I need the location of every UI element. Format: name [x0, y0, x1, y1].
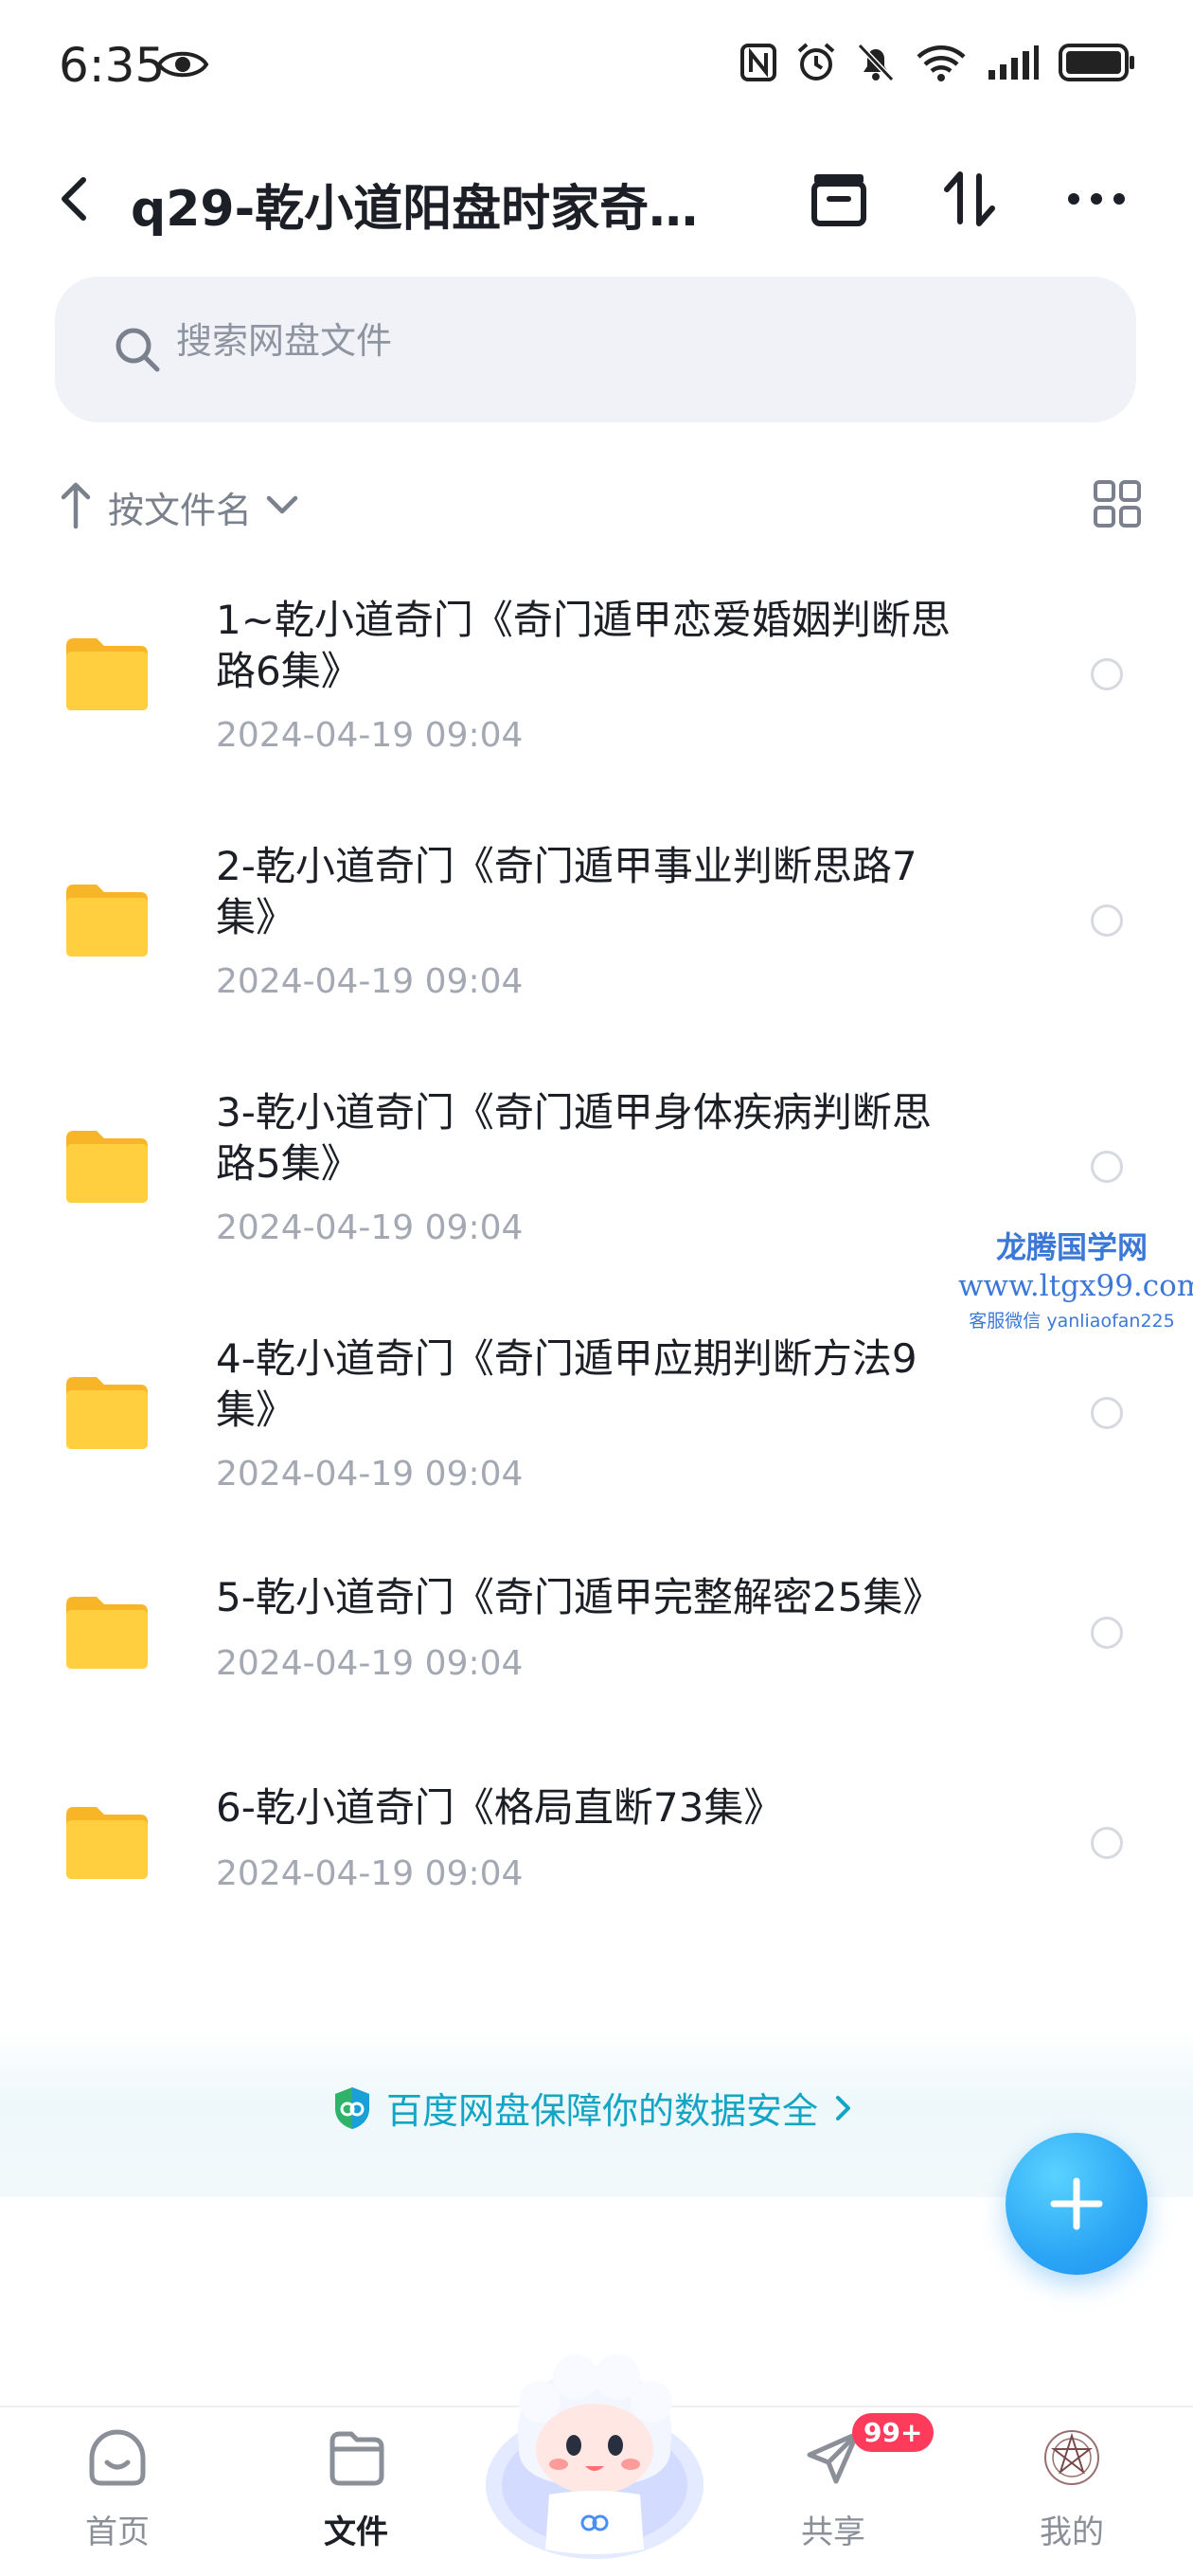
signal-icon [988, 45, 1039, 80]
file-name: 4-乾小道奇门《奇门遁甲应期判断方法9 集》 [216, 1333, 1030, 1436]
assistant-mascot[interactable] [481, 2343, 708, 2561]
watermark-url: www.ltgx99.com [958, 1269, 1193, 1303]
file-name: 2-乾小道奇门《奇门遁甲事业判断思路7 集》 [216, 841, 1030, 943]
file-name-line: 1~乾小道奇门《奇门遁甲恋爱婚姻判断思 [216, 597, 951, 643]
nav-home-label: 首页 [85, 2513, 150, 2551]
shield-icon [335, 2086, 369, 2129]
back-button[interactable] [47, 170, 104, 227]
file-name-line: 6-乾小道奇门《格局直断73集》 [216, 1784, 784, 1831]
list-item[interactable]: 1~乾小道奇门《奇门遁甲恋爱婚姻判断思 路6集》 2024-04-19 09:0… [0, 549, 1193, 786]
file-date: 2024-04-19 09:04 [216, 1208, 524, 1247]
file-date: 2024-04-19 09:04 [216, 716, 524, 755]
chevron-down-icon[interactable] [263, 489, 301, 523]
select-radio[interactable] [1091, 1397, 1123, 1429]
home-icon [89, 2429, 146, 2486]
file-name-line: 集》 [216, 1386, 296, 1433]
page-title: q29-乾小道阳盘时家奇… [131, 181, 699, 238]
file-name-line: 集》 [216, 894, 296, 940]
file-name-line: 路5集》 [216, 1140, 361, 1187]
list-item[interactable]: 6-乾小道奇门《格局直断73集》 2024-04-19 09:04 [0, 1744, 1193, 1943]
nav-share-label: 共享 [801, 2513, 865, 2551]
sort-by-name-label[interactable]: 按文件名 [108, 481, 252, 533]
arrow-up-icon[interactable] [59, 479, 93, 530]
search-input[interactable] [176, 320, 1028, 362]
folder-icon [66, 1807, 148, 1879]
select-radio[interactable] [1091, 1827, 1123, 1859]
file-name-line: 5-乾小道奇门《奇门遁甲完整解密25集》 [216, 1574, 943, 1620]
search-bar[interactable] [55, 277, 1136, 422]
chevron-right-icon [836, 2095, 851, 2120]
nav-mine[interactable]: 我的 [996, 2407, 1148, 2576]
file-name-line: 路6集》 [216, 648, 361, 694]
select-radio[interactable] [1091, 658, 1123, 690]
nfc-icon [740, 44, 776, 81]
nav-files[interactable]: 文件 [280, 2407, 432, 2576]
alarm-icon [797, 43, 835, 80]
select-radio[interactable] [1091, 904, 1123, 937]
select-radio[interactable] [1091, 1151, 1123, 1183]
eye-icon [156, 51, 209, 78]
file-date: 2024-04-19 09:04 [216, 1455, 524, 1494]
file-date: 2024-04-19 09:04 [216, 962, 524, 1001]
list-item[interactable]: 5-乾小道奇门《奇门遁甲完整解密25集》 2024-04-19 09:04 [0, 1534, 1193, 1733]
mute-bell-icon [857, 43, 895, 82]
add-button[interactable] [1006, 2133, 1148, 2275]
more-icon[interactable] [1062, 165, 1131, 233]
file-name: 3-乾小道奇门《奇门遁甲身体疾病判断思 路5集》 [216, 1087, 1030, 1190]
archive-icon[interactable] [805, 165, 873, 233]
status-bar: 6:35 [0, 0, 1193, 142]
file-date: 2024-04-19 09:04 [216, 1644, 524, 1683]
nav-mine-label: 我的 [1040, 2513, 1104, 2551]
watermark-title: 龙腾国学网 [995, 1229, 1148, 1265]
file-name-line: 2-乾小道奇门《奇门遁甲事业判断思路7 [216, 843, 917, 889]
watermark-wechat: 客服微信 yanliaofan225 [969, 1311, 1175, 1332]
wifi-icon [917, 45, 966, 81]
file-date: 2024-04-19 09:04 [216, 1854, 524, 1893]
header: q29-乾小道阳盘时家奇… [0, 142, 1193, 256]
sort-row: 按文件名 [55, 474, 1144, 540]
select-radio[interactable] [1091, 1617, 1123, 1649]
file-name: 5-乾小道奇门《奇门遁甲完整解密25集》 [216, 1572, 1030, 1623]
folder-icon [66, 885, 148, 957]
file-name: 1~乾小道奇门《奇门遁甲恋爱婚姻判断思 路6集》 [216, 595, 1030, 697]
security-text: 百度网盘保障你的数据安全 [386, 2090, 819, 2132]
folder-icon [66, 1131, 148, 1203]
grid-view-icon[interactable] [1091, 477, 1144, 530]
battery-icon [1059, 44, 1134, 81]
folder-icon [66, 638, 148, 710]
folder-icon [66, 1377, 148, 1449]
nav-files-label: 文件 [324, 2513, 388, 2551]
share-badge: 99+ [852, 2413, 935, 2452]
plus-icon [1050, 2177, 1103, 2230]
file-name-line: 3-乾小道奇门《奇门遁甲身体疾病判断思 [216, 1089, 932, 1136]
file-name-line: 4-乾小道奇门《奇门遁甲应期判断方法9 [216, 1335, 917, 1382]
list-item[interactable]: 2-乾小道奇门《奇门遁甲事业判断思路7 集》 2024-04-19 09:04 [0, 796, 1193, 1032]
avatar [1044, 2430, 1099, 2485]
search-icon [116, 328, 160, 372]
file-name: 6-乾小道奇门《格局直断73集》 [216, 1782, 1030, 1834]
folder-outline-icon [329, 2431, 384, 2486]
status-icons [740, 42, 1136, 83]
security-link[interactable]: 百度网盘保障你的数据安全 [331, 2082, 856, 2134]
folder-icon [66, 1597, 148, 1669]
watermark: 龙腾国学网 www.ltgx99.com 客服微信 yanliaofan225 [958, 1224, 1193, 1333]
status-time: 6:35 [59, 38, 166, 93]
nav-home[interactable]: 首页 [42, 2407, 193, 2576]
sort-order-icon[interactable] [935, 165, 1004, 233]
